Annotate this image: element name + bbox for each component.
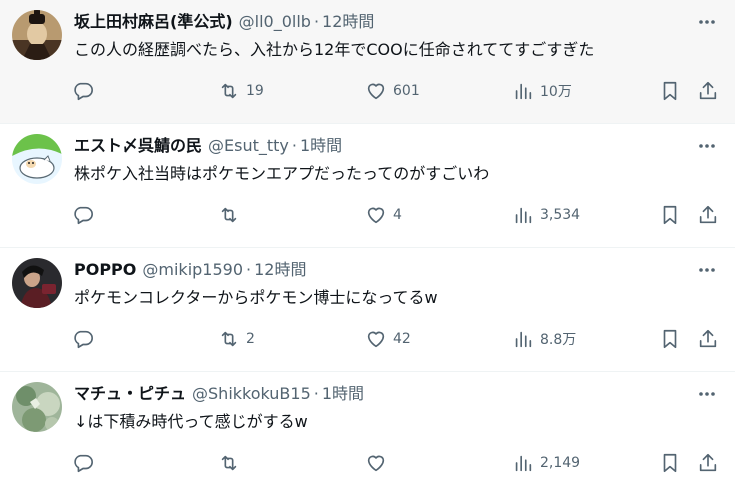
avatar[interactable] [12,134,62,184]
share-icon [699,329,717,348]
separator: · [246,260,252,279]
post-text: この人の経歴調べたら、入社から12年でCOOに任命されててすごすぎた [74,40,595,59]
heart-icon [367,331,385,348]
post-text: ↓は下積み時代って感じがするw [74,412,308,431]
display-name[interactable]: POPPO [74,258,136,282]
repost-button[interactable]: 2 [218,328,255,350]
views-button[interactable]: 2,149 [512,452,580,474]
post[interactable]: POPPO @mikip1590 · 12時間 ポケモンコレクターからポケモン博… [0,248,735,372]
display-name[interactable]: 坂上田村麻呂(準公式) [74,10,233,34]
action-bar: 4 3,534 [72,194,717,234]
bookmark-icon [663,205,677,225]
reply-button[interactable] [72,328,100,350]
user-handle[interactable]: @ShikkokuB15 [192,382,311,406]
repost-icon [221,455,237,471]
post[interactable]: エスト〆呉鯖の民 @Esut_tty · 1時間 株ポケ入社当時はポケモンエアプ… [0,124,735,248]
repost-button[interactable] [218,452,246,474]
like-button[interactable]: 4 [365,204,402,226]
heart-icon [367,207,385,224]
repost-icon [221,331,237,347]
like-count: 601 [393,83,420,99]
bookmark-button[interactable] [659,204,681,226]
display-name[interactable]: エスト〆呉鯖の民 [74,134,202,158]
like-button[interactable]: 42 [365,328,411,350]
timestamp[interactable]: 12時間 [254,258,306,282]
display-name[interactable]: マチュ・ピチュ [74,382,186,406]
views-chart-icon [515,207,532,224]
views-button[interactable]: 10万 [512,80,572,102]
bookmark-icon [663,81,677,101]
more-dots-icon[interactable] [695,382,719,406]
reply-icon [74,82,93,101]
heart-icon [367,83,385,100]
share-button[interactable] [697,80,719,102]
reply-button[interactable] [72,452,100,474]
repost-button[interactable]: 19 [218,80,264,102]
view-count: 3,534 [540,207,581,223]
repost-button[interactable] [218,204,246,226]
like-count: 4 [393,207,402,223]
user-handle[interactable]: @ll0_0llb [239,10,311,34]
action-bar: 2,149 [72,442,717,482]
repost-count: 2 [246,331,255,347]
like-button[interactable]: 601 [365,80,420,102]
share-icon [699,81,717,100]
avatar[interactable] [12,10,62,60]
share-button[interactable] [697,452,719,474]
more-dots-icon[interactable] [695,10,719,34]
bookmark-button[interactable] [659,452,681,474]
share-button[interactable] [697,204,719,226]
views-button[interactable]: 8.8万 [512,328,576,350]
action-bar: 2 42 8.8万 [72,318,717,358]
post[interactable]: マチュ・ピチュ @ShikkokuB15 · 1時間 ↓は下積み時代って感じがす… [0,372,735,496]
separator: · [313,384,319,403]
repost-icon [221,83,237,99]
view-count: 2,149 [540,455,581,471]
views-chart-icon [515,83,532,100]
views-chart-icon [515,455,532,472]
separator: · [291,136,297,155]
views-button[interactable]: 3,534 [512,204,580,226]
reply-button[interactable] [72,80,100,102]
separator: · [313,12,320,31]
repost-icon [221,207,237,223]
more-dots-icon[interactable] [695,258,719,282]
reply-feed: 坂上田村麻呂(準公式) @ll0_0llb · 12時間 この人の経歴調べたら、… [0,0,735,496]
post-text: ポケモンコレクターからポケモン博士になってるw [74,288,438,307]
user-handle[interactable]: @mikip1590 [142,258,243,282]
reply-icon [74,206,93,225]
timestamp[interactable]: 1時間 [300,134,342,158]
bookmark-button[interactable] [659,328,681,350]
view-count: 10万 [540,84,572,100]
repost-count: 19 [246,83,264,99]
reply-icon [74,454,93,473]
views-chart-icon [515,331,532,348]
timestamp[interactable]: 12時間 [322,10,374,34]
user-handle[interactable]: @Esut_tty [208,134,289,158]
post-text: 株ポケ入社当時はポケモンエアプだったってのがすごいわ [74,164,490,183]
more-dots-icon[interactable] [695,134,719,158]
like-count: 42 [393,331,411,347]
reply-icon [74,330,93,349]
bookmark-icon [663,453,677,473]
action-bar: 19 601 10万 [72,70,717,110]
view-count: 8.8万 [540,332,577,348]
timestamp[interactable]: 1時間 [322,382,364,406]
like-button[interactable] [365,452,393,474]
bookmark-icon [663,329,677,349]
avatar[interactable] [12,258,62,308]
share-icon [699,453,717,472]
bookmark-button[interactable] [659,80,681,102]
share-button[interactable] [697,328,719,350]
post[interactable]: 坂上田村麻呂(準公式) @ll0_0llb · 12時間 この人の経歴調べたら、… [0,0,735,124]
avatar[interactable] [12,382,62,432]
share-icon [699,205,717,224]
heart-icon [367,455,385,472]
reply-button[interactable] [72,204,100,226]
